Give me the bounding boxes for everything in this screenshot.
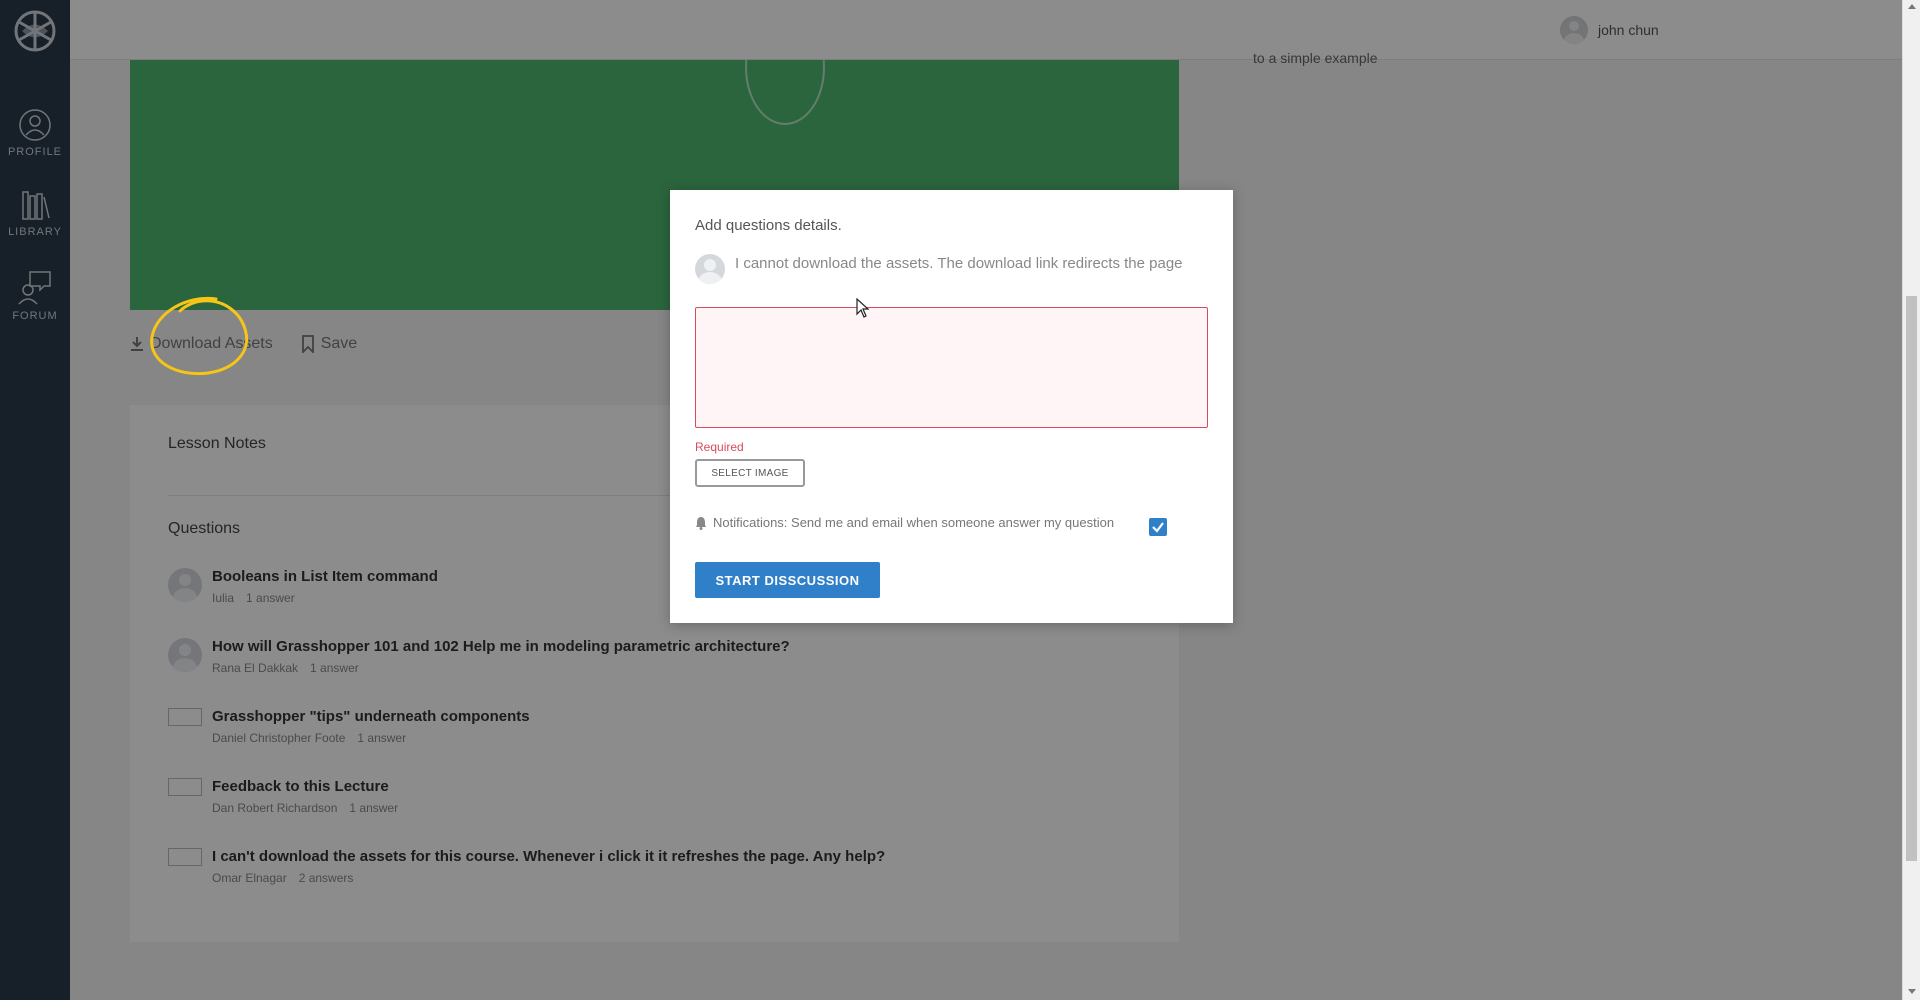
notification-option: Notifications: Send me and email when so… (695, 515, 1114, 530)
question-details-textarea[interactable] (695, 307, 1208, 428)
notification-checkbox[interactable] (1149, 518, 1167, 536)
question-preview: I cannot download the assets. The downlo… (695, 254, 1195, 284)
mouse-cursor-icon (856, 298, 870, 318)
question-preview-text: I cannot download the assets. The downlo… (735, 255, 1183, 272)
bell-icon (696, 516, 706, 530)
scroll-down-icon[interactable] (1908, 989, 1916, 994)
notification-label: Notifications: Send me and email when so… (713, 515, 1115, 530)
page-scrollbar[interactable] (1902, 0, 1920, 1000)
select-image-button[interactable]: SELECT IMAGE (695, 459, 805, 487)
required-error: Required (695, 440, 744, 454)
checkmark-icon (1152, 522, 1164, 533)
avatar (695, 254, 725, 284)
scroll-thumb[interactable] (1906, 296, 1917, 861)
modal-title: Add questions details. (695, 217, 842, 234)
scroll-up-icon[interactable] (1908, 4, 1916, 9)
start-discussion-button[interactable]: START DISSCUSSION (695, 562, 880, 598)
add-question-modal: Add questions details. I cannot download… (670, 190, 1233, 623)
